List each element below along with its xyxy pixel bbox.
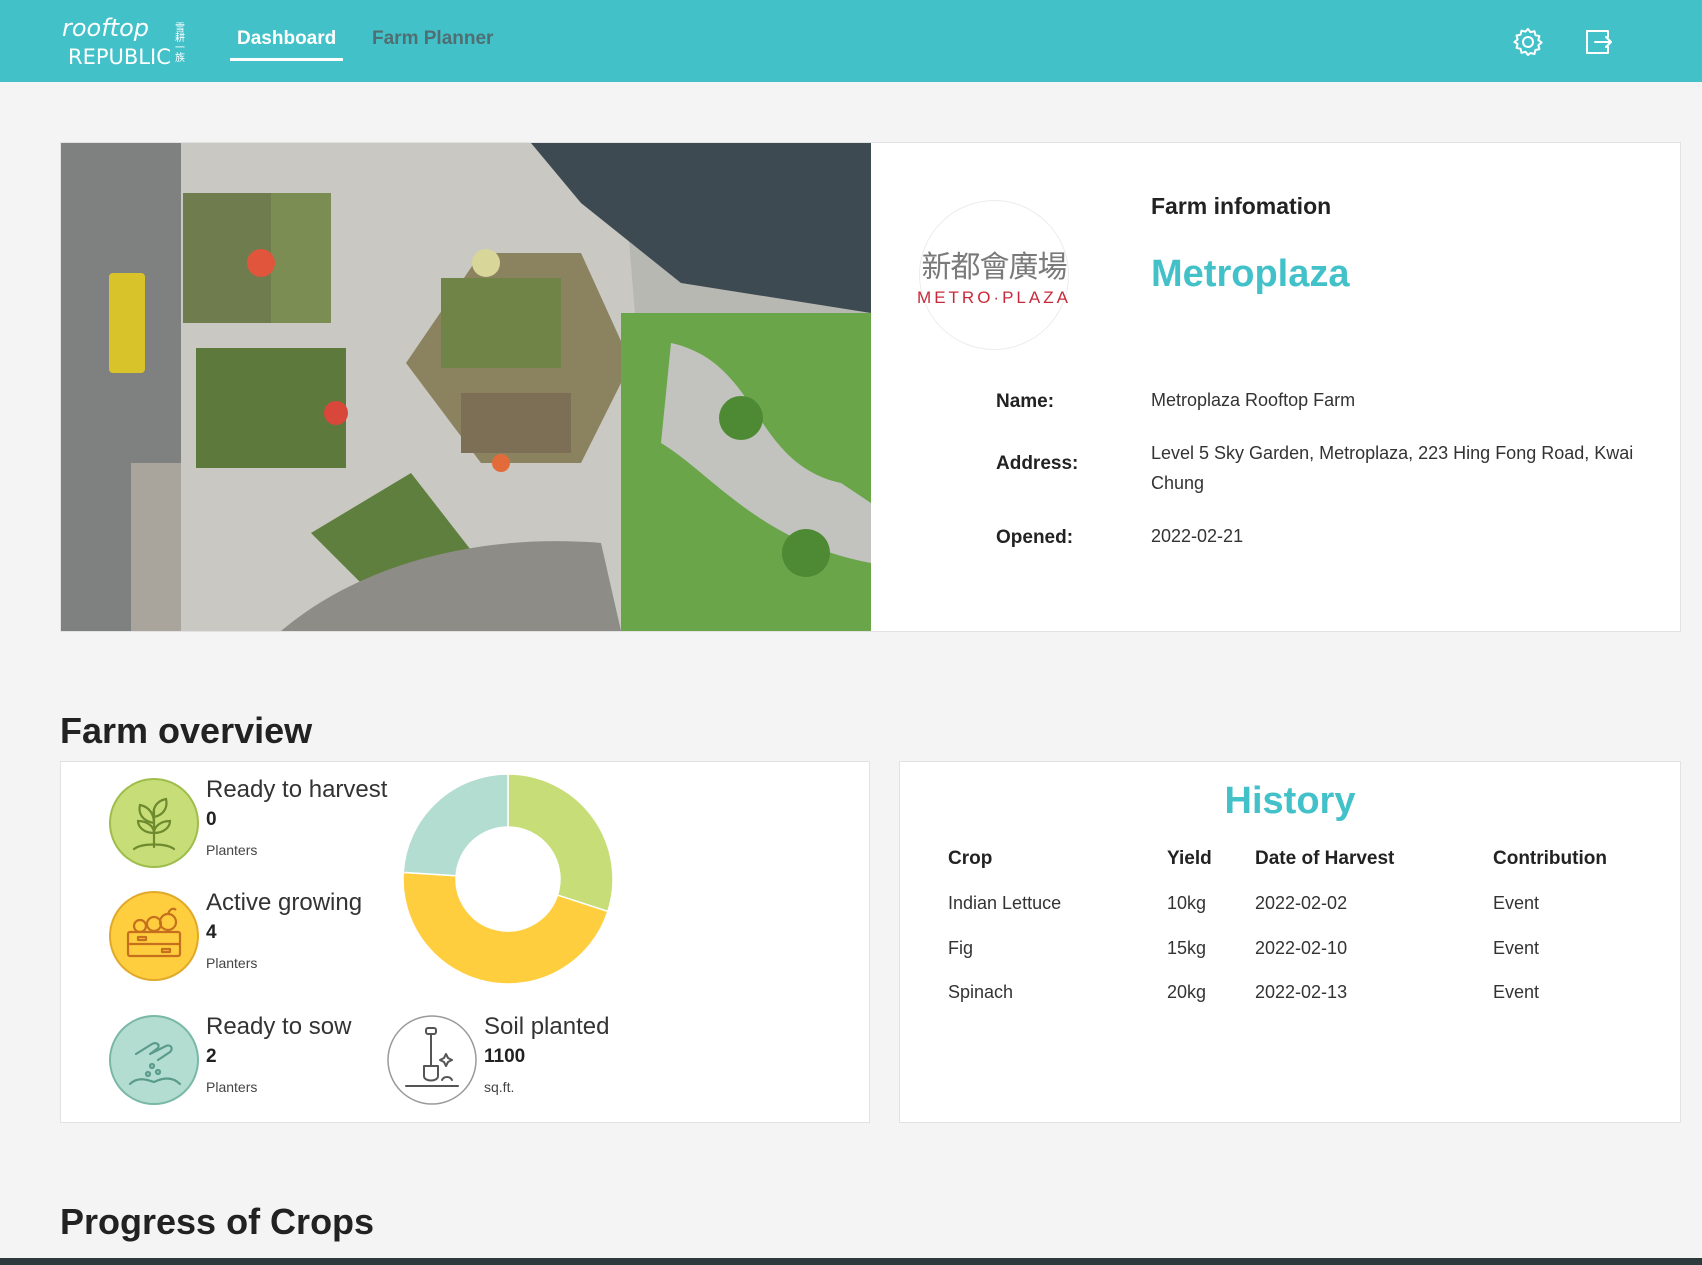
logo-line2: REPUBLIC <box>68 45 171 69</box>
donut-slice-ready-to-sow[interactable] <box>402 773 509 877</box>
planter-status-donut-chart <box>402 773 614 985</box>
donut-slice-ready-to-harvest[interactable] <box>507 773 614 913</box>
history-heading: History <box>1224 780 1356 822</box>
history-row-3-yield: 20kg <box>1167 982 1207 1002</box>
history-row-2-crop: Fig <box>948 938 974 958</box>
farm-aerial-photo <box>61 143 871 631</box>
history-row-3-contribution: Event <box>1493 982 1540 1002</box>
growing-value: 4 <box>206 922 217 943</box>
logo-chinese: 雪耕一族 <box>173 22 185 62</box>
history-card: History Crop Yield Date of Harvest Contr… <box>899 761 1681 1123</box>
history-header-date: Date of Harvest <box>1255 848 1395 869</box>
history-row-1-date: 2022-02-02 <box>1255 893 1348 913</box>
growing-label: Active growing <box>206 889 363 916</box>
progress-of-crops-heading: Progress of Crops <box>60 1201 375 1242</box>
farm-info-subtitle: Farm infomation <box>1151 193 1332 219</box>
sow-label: Ready to sow <box>206 1013 352 1040</box>
history-row-1-crop: Indian Lettuce <box>948 893 1062 913</box>
crate-icon <box>109 891 199 981</box>
brand-chinese-name: 新都會廣場 <box>921 250 1068 285</box>
history-row-2-contribution: Event <box>1493 938 1540 958</box>
seedling-icon <box>109 778 199 868</box>
address-value: Level 5 Sky Garden, Metroplaza, 223 Hing… <box>1151 443 1634 493</box>
farm-overview-card: Ready to harvest 0 Planters Active growi… <box>60 761 870 1123</box>
brand-english-name: METRO·PLAZA <box>917 288 1071 307</box>
history-row-3-date: 2022-02-13 <box>1255 982 1348 1002</box>
soil-unit: sq.ft. <box>484 1079 515 1095</box>
name-label: Name: <box>996 391 1055 412</box>
farm-overview-heading: Farm overview <box>60 710 313 751</box>
sowing-hand-icon <box>109 1015 199 1105</box>
history-row-1-yield: 10kg <box>1167 893 1207 913</box>
history-header-yield: Yield <box>1167 848 1212 869</box>
soil-label: Soil planted <box>484 1013 610 1040</box>
harvest-unit: Planters <box>206 842 258 858</box>
address-label: Address: <box>996 453 1079 474</box>
bottom-panel-edge <box>0 1258 1702 1265</box>
farm-name-heading: Metroplaza <box>1151 253 1350 295</box>
opened-value: 2022-02-21 <box>1151 526 1244 546</box>
growing-unit: Planters <box>206 955 258 971</box>
history-header-contribution: Contribution <box>1493 848 1607 869</box>
history-row-2-date: 2022-02-10 <box>1255 938 1348 958</box>
logout-icon[interactable] <box>1582 26 1614 58</box>
shovel-icon <box>387 1015 477 1105</box>
farm-info-card: 新都會廣場 METRO·PLAZA Farm infomation Metrop… <box>60 142 1681 632</box>
harvest-label: Ready to harvest <box>206 776 388 803</box>
metroplaza-logo: 新都會廣場 METRO·PLAZA <box>917 200 1071 350</box>
name-value: Metroplaza Rooftop Farm <box>1151 390 1356 410</box>
history-row-3-crop: Spinach <box>948 982 1014 1002</box>
nav-farm-planner[interactable]: Farm Planner <box>372 28 493 50</box>
gear-icon[interactable] <box>1512 26 1544 58</box>
history-header-crop: Crop <box>948 848 993 869</box>
soil-value: 1100 <box>484 1046 526 1067</box>
nav-dashboard[interactable]: Dashboard <box>229 28 344 61</box>
logo-line1: rooftop <box>62 14 149 42</box>
sow-unit: Planters <box>206 1079 258 1095</box>
history-row-1-contribution: Event <box>1493 893 1540 913</box>
harvest-value: 0 <box>206 809 217 830</box>
top-nav-bar: rooftop REPUBLIC 雪耕一族 Dashboard Farm Pla… <box>0 0 1702 82</box>
history-row-2-yield: 15kg <box>1167 938 1207 958</box>
opened-label: Opened: <box>996 527 1074 548</box>
sow-value: 2 <box>206 1046 217 1067</box>
rooftop-republic-logo[interactable]: rooftop REPUBLIC 雪耕一族 <box>60 12 190 70</box>
